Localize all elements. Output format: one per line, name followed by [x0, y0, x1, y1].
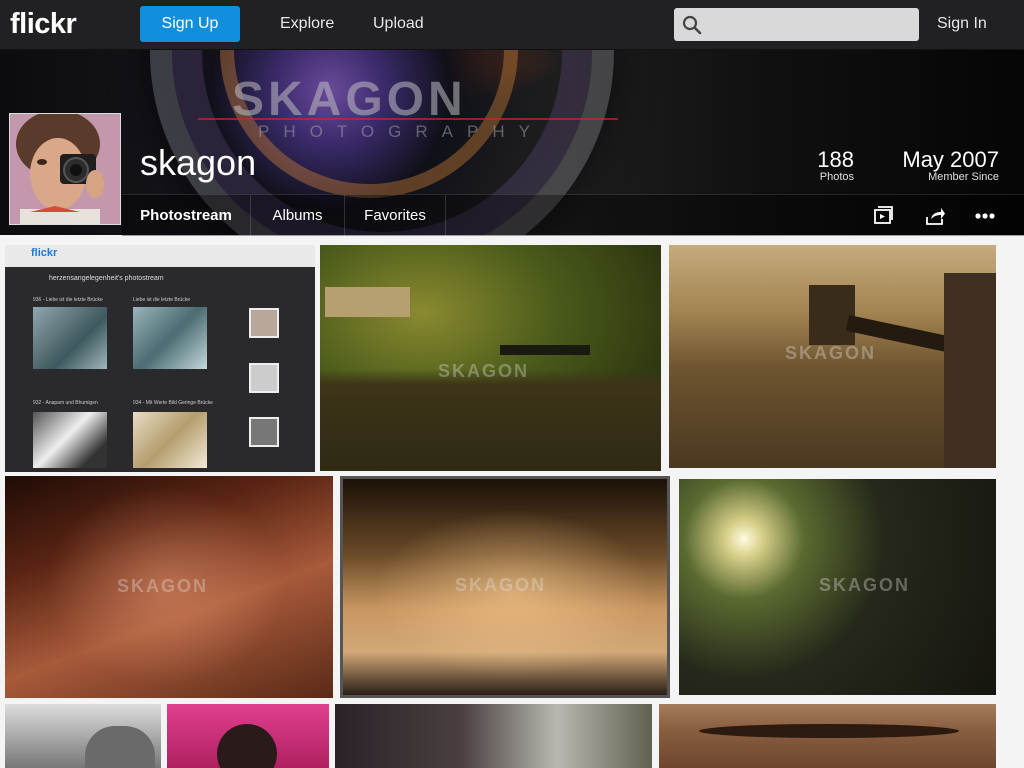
avatar[interactable] [9, 113, 121, 225]
embedded-flickr-logo: flickr [31, 247, 58, 259]
photos-count-label: Photos [819, 171, 854, 183]
tab-albums[interactable]: Albums [251, 195, 344, 236]
photo-thumbnail[interactable]: SKAGON [679, 479, 996, 695]
embedded-item-label: 932 - Anapam und Bhumigen [33, 400, 98, 406]
search-input[interactable] [708, 8, 917, 43]
search-box[interactable] [674, 8, 919, 43]
photo-thumbnail[interactable]: SKAGON [340, 476, 670, 698]
photo-watermark: SKAGON [117, 576, 209, 596]
member-since-date: May 2007 [902, 147, 999, 172]
photo-detail [325, 287, 410, 317]
slideshow-icon[interactable] [872, 205, 894, 227]
upload-link[interactable]: Upload [373, 15, 424, 33]
photo-thumbnail[interactable] [335, 704, 652, 768]
flickr-logo[interactable]: flickr [10, 8, 77, 41]
explore-link[interactable]: Explore [280, 15, 334, 33]
photo-detail [699, 724, 959, 738]
avatar-portrait-image [10, 114, 120, 224]
photo-detail [217, 724, 277, 768]
tab-photostream[interactable]: Photostream [122, 195, 250, 236]
photo-watermark: SKAGON [785, 343, 877, 363]
photo-detail [500, 345, 590, 355]
cover-watermark-subtitle: PHOTOGRAPHY [258, 122, 544, 141]
photo-thumbnail[interactable]: SKAGON [5, 476, 333, 698]
embedded-item-label: 934 - Mit Werte Bild Geringe Brücke [133, 400, 213, 406]
tab-divider [445, 195, 446, 236]
photos-count: 188 [817, 147, 854, 172]
photo-watermark: SKAGON [819, 575, 911, 595]
embedded-thumbnail [249, 308, 279, 338]
embedded-title: herzensangelegenheit's photostream [49, 275, 164, 282]
sign-up-button[interactable]: Sign Up [140, 6, 240, 42]
search-icon[interactable] [682, 15, 702, 35]
embedded-thumbnail [33, 412, 107, 468]
photo-watermark: SKAGON [438, 361, 530, 381]
embedded-item-label: Liebe ist die letzte Brücke [133, 297, 190, 303]
photo-thumbnail[interactable]: SKAGON [669, 245, 996, 468]
photo-detail [85, 726, 155, 768]
tab-favorites[interactable]: Favorites [345, 195, 445, 236]
embedded-thumbnail [33, 307, 107, 369]
photo-thumbnail[interactable]: SKAGON [320, 245, 661, 471]
embedded-thumbnail [249, 417, 279, 447]
photo-detail [944, 273, 996, 468]
embedded-thumbnail [133, 307, 207, 369]
photo-thumbnail[interactable] [659, 704, 996, 768]
top-navigation-bar: flickr Sign Up Explore Upload Sign In [0, 0, 1024, 50]
photo-thumbnail[interactable]: flickr herzensangelegenheit's photostrea… [5, 245, 315, 472]
profile-username: skagon [140, 142, 257, 183]
photo-thumbnail[interactable] [167, 704, 329, 768]
embedded-thumbnail [133, 412, 207, 468]
cover-watermark-line [198, 118, 618, 120]
photo-watermark: SKAGON [455, 575, 547, 595]
share-icon[interactable] [924, 205, 946, 227]
profile-subnav: Photostream Albums Favorites [122, 194, 1024, 236]
sign-in-link[interactable]: Sign In [937, 15, 987, 33]
photo-thumbnail[interactable] [5, 704, 161, 768]
embedded-item-label: 936 - Liebe ist die letzte Brücke [33, 297, 103, 303]
more-icon[interactable] [974, 205, 996, 227]
member-since-label: Member Since [928, 171, 999, 183]
embedded-thumbnail [249, 363, 279, 393]
